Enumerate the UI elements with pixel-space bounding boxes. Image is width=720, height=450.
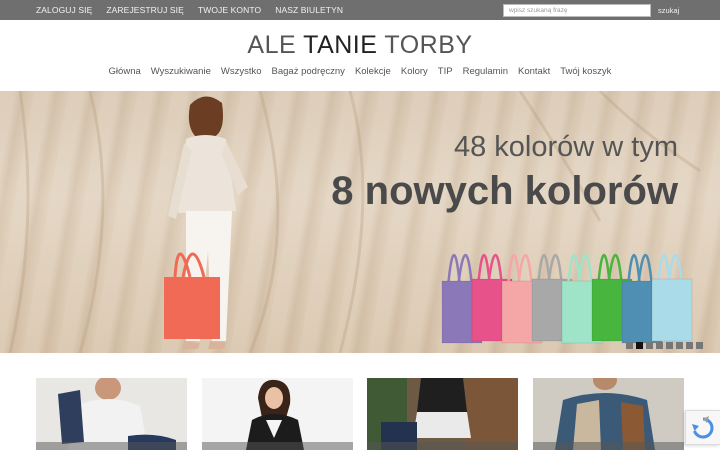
nav-item-terms[interactable]: Regulamin xyxy=(463,66,508,77)
slider-dot-5[interactable] xyxy=(666,342,673,349)
nav-item-tip[interactable]: TIP xyxy=(438,66,453,77)
slider-dots xyxy=(626,342,703,349)
account-links: ZALOGUJ SIĘ ZAREJESTRUJ SIĘ TWOJE KONTO … xyxy=(36,0,343,20)
slider-dot-8[interactable] xyxy=(696,342,703,349)
logo-word-ale: ALE xyxy=(247,31,304,59)
hero-headline: 48 kolorów w tym xyxy=(453,131,678,163)
recaptcha-badge[interactable] xyxy=(685,410,720,445)
nav-item-colors[interactable]: Kolory xyxy=(401,66,428,77)
newsletter-link[interactable]: NASZ BIULETYN xyxy=(275,5,343,15)
hero-subheadline: 8 nowych kolorów xyxy=(331,169,678,213)
nav-item-cart[interactable]: Twój koszyk xyxy=(560,66,611,77)
top-bar: ZALOGUJ SIĘ ZAREJESTRUJ SIĘ TWOJE KONTO … xyxy=(0,0,720,20)
account-link[interactable]: TWOJE KONTO xyxy=(198,5,261,15)
product-thumbnails xyxy=(36,378,686,450)
tote-bag xyxy=(651,253,693,342)
product-card-woman-suitcase[interactable] xyxy=(367,378,518,450)
logo-word-tanie: TANIE xyxy=(303,31,378,59)
slider-dot-4[interactable] xyxy=(656,342,663,349)
register-link[interactable]: ZAREJESTRUJ SIĘ xyxy=(106,5,184,15)
login-link[interactable]: ZALOGUJ SIĘ xyxy=(36,5,92,15)
slider-dot-6[interactable] xyxy=(676,342,683,349)
slider-dot-1[interactable] xyxy=(626,342,633,349)
nav-item-contact[interactable]: Kontakt xyxy=(518,66,550,77)
recaptcha-icon xyxy=(692,416,714,439)
nav-item-carry-on[interactable]: Bagaż podręczny xyxy=(272,66,345,77)
tote-bag-row xyxy=(441,253,693,344)
site-logo[interactable]: ALE TANIE TORBY xyxy=(0,31,720,60)
nav-item-search[interactable]: Wyszukiwanie xyxy=(151,66,211,77)
hero-slider[interactable]: 48 kolorów w tym 8 nowych kolorów xyxy=(0,91,720,353)
product-card-woman-blazer[interactable] xyxy=(202,378,353,450)
logo-word-torby: TORBY xyxy=(377,31,473,59)
search-input[interactable] xyxy=(503,4,651,17)
nav-item-home[interactable]: Główna xyxy=(109,66,141,77)
product-card-man-backpack[interactable] xyxy=(533,378,684,450)
main-nav: Główna Wyszukiwanie Wszystko Bagaż podrę… xyxy=(0,66,720,77)
product-card-backpack-man[interactable] xyxy=(36,378,187,450)
slider-dot-7[interactable] xyxy=(686,342,693,349)
nav-item-all[interactable]: Wszystko xyxy=(221,66,262,77)
search-button[interactable]: szukaj xyxy=(658,4,679,17)
nav-item-collections[interactable]: Kolekcje xyxy=(355,66,391,77)
slider-dot-3[interactable] xyxy=(646,342,653,349)
slider-dot-2[interactable] xyxy=(636,342,643,349)
